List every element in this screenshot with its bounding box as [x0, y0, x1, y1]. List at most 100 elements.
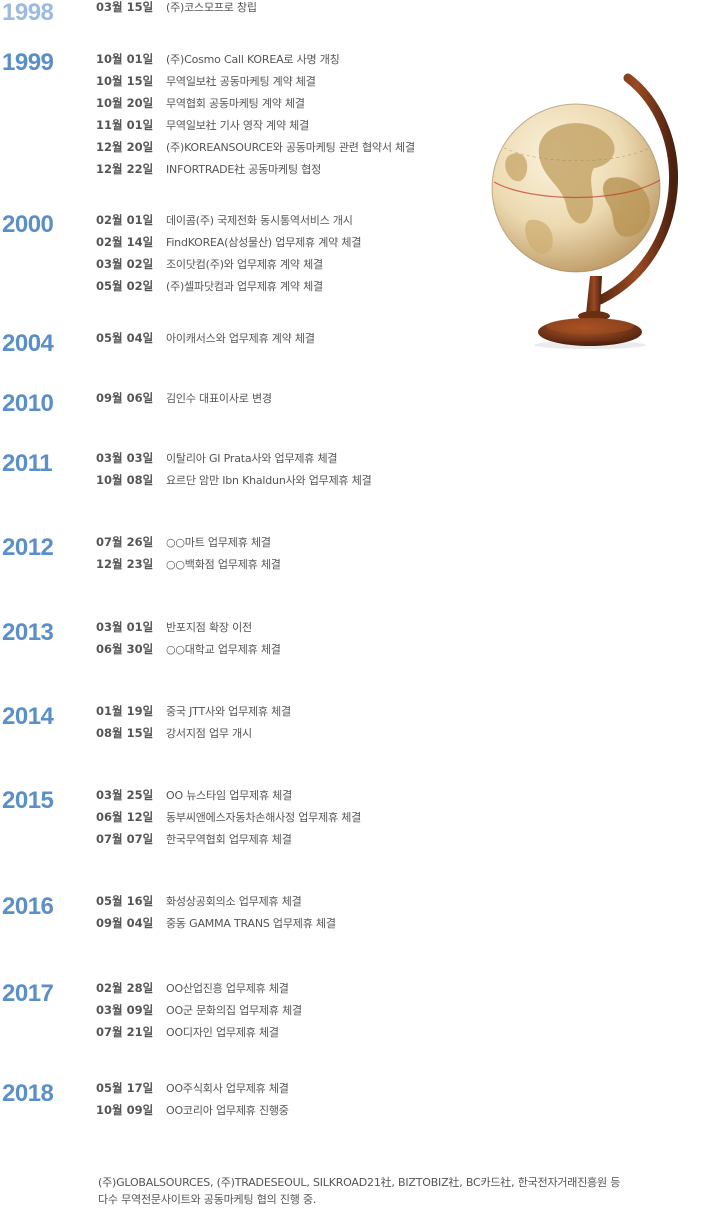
- entry-text: 조이닷컴(주)와 업무제휴 계약 체결: [166, 258, 323, 271]
- timeline-entry: 10월 08일 요르단 암만 Ibn Khaldun사와 업무제휴 체결: [96, 469, 372, 491]
- entry-text: 중동 GAMMA TRANS 업무제휴 체결: [166, 917, 336, 930]
- entry-text: (주)KOREANSOURCE와 공동마케팅 관련 협약서 체결: [166, 141, 415, 154]
- timeline-entry: 02월 14일 FindKOREA(삼성물산) 업무제휴 계약 체결: [96, 231, 361, 253]
- year-label: 2016: [2, 893, 54, 920]
- year-label: 2015: [2, 787, 54, 814]
- timeline-entry: 02월 01일 데이콤(주) 국제전화 동시통역서비스 개시: [96, 209, 361, 231]
- timeline-entry: 06월 30일 ○○대학교 업무제휴 체결: [96, 638, 281, 660]
- timeline-entry: 10월 01일 (주)Cosmo Call KOREA로 사명 개칭: [96, 48, 415, 70]
- entry-date: 10월 08일: [96, 473, 154, 487]
- year-label: 2013: [2, 619, 54, 646]
- entry-date: 03월 15일: [96, 0, 154, 14]
- timeline-entry: 03월 15일 (주)코스모프로 창립: [96, 0, 257, 18]
- entry-text: 무역협회 공동마케팅 계약 체결: [166, 97, 305, 110]
- entry-text: (주)셀파닷컴과 업무제휴 계약 체결: [166, 280, 323, 293]
- entry-date: 10월 20일: [96, 96, 154, 110]
- entry-text: OO코리아 업무제휴 진행중: [166, 1104, 289, 1117]
- partners-note: (주)GLOBALSOURCES, (주)TRADESEOUL, SILKROA…: [98, 1174, 620, 1208]
- year-entries: 03월 03일 이탈리아 GI Prata사와 업무제휴 체결 10월 08일 요르…: [96, 447, 372, 491]
- entry-date: 03월 03일: [96, 451, 154, 465]
- year-entries: 02월 01일 데이콤(주) 국제전화 동시통역서비스 개시 02월 14일 Fin…: [96, 209, 361, 297]
- entry-text: 중국 JTT사와 업무제휴 체결: [166, 705, 291, 718]
- year-entries: 05월 04일 아이캐서스와 업무제휴 계약 체결: [96, 327, 315, 349]
- year-entries: 05월 17일 OO주식회사 업무제휴 체결 10월 09일 OO코리아 업무제휴 …: [96, 1077, 289, 1121]
- entry-date: 07월 26일: [96, 535, 154, 549]
- partners-note-line2: 다수 무역전문사이트와 공동마케팅 협의 진행 중.: [98, 1193, 317, 1206]
- entry-text: OO주식회사 업무제휴 체결: [166, 1082, 289, 1095]
- entry-text: (주)코스모프로 창립: [166, 1, 257, 14]
- timeline-entry: 12월 22일 INFORTRADE社 공동마케팅 협정: [96, 158, 415, 180]
- entry-date: 12월 23일: [96, 557, 154, 571]
- timeline-entry: 07월 21일 OO디자인 업무제휴 체결: [96, 1021, 302, 1043]
- entry-date: 11월 01일: [96, 118, 154, 132]
- entry-text: OO디자인 업무제휴 체결: [166, 1026, 279, 1039]
- entry-text: OO 뉴스타임 업무제휴 체결: [166, 789, 293, 802]
- entry-date: 02월 01일: [96, 213, 154, 227]
- year-label: 2018: [2, 1080, 54, 1107]
- timeline-entry: 08월 15일 강서지점 업무 개시: [96, 722, 291, 744]
- timeline-entry: 03월 02일 조이닷컴(주)와 업무제휴 계약 체결: [96, 253, 361, 275]
- timeline-entry: 05월 16일 화성상공회의소 업무제휴 체결: [96, 890, 336, 912]
- entry-date: 02월 14일: [96, 235, 154, 249]
- timeline-entry: 03월 25일 OO 뉴스타임 업무제휴 체결: [96, 784, 361, 806]
- entry-text: INFORTRADE社 공동마케팅 협정: [166, 163, 321, 176]
- year-label: 2010: [2, 390, 54, 417]
- year-entries: 03월 15일 (주)코스모프로 창립: [96, 0, 257, 18]
- entry-text: OO산업진흥 업무제휴 체결: [166, 982, 289, 995]
- entry-text: 무역일보社 공동마케팅 계약 체결: [166, 75, 316, 88]
- entry-text: ○○대학교 업무제휴 체결: [166, 643, 281, 656]
- timeline-entry: 03월 03일 이탈리아 GI Prata사와 업무제휴 체결: [96, 447, 372, 469]
- timeline-entry: 07월 26일 ○○마트 업무제휴 체결: [96, 531, 281, 553]
- year-label: 2014: [2, 703, 54, 730]
- entry-date: 03월 01일: [96, 620, 154, 634]
- year-entries: 07월 26일 ○○마트 업무제휴 체결 12월 23일 ○○백화점 업무제휴 체결: [96, 531, 281, 575]
- timeline-entry: 10월 09일 OO코리아 업무제휴 진행중: [96, 1099, 289, 1121]
- year-label: 2000: [2, 211, 54, 238]
- timeline-entry: 02월 28일 OO산업진흥 업무제휴 체결: [96, 977, 302, 999]
- entry-date: 06월 30일: [96, 642, 154, 656]
- timeline-entry: 05월 02일 (주)셀파닷컴과 업무제휴 계약 체결: [96, 275, 361, 297]
- entry-text: 강서지점 업무 개시: [166, 727, 252, 740]
- entry-date: 05월 16일: [96, 894, 154, 908]
- entry-date: 10월 15일: [96, 74, 154, 88]
- timeline-entry: 01월 19일 중국 JTT사와 업무제휴 체결: [96, 700, 291, 722]
- entry-text: 동부씨앤에스자동차손해사정 업무제휴 체결: [166, 811, 362, 824]
- year-label: 1999: [2, 49, 54, 76]
- entry-date: 01월 19일: [96, 704, 154, 718]
- entry-date: 05월 04일: [96, 331, 154, 345]
- entry-text: 아이캐서스와 업무제휴 계약 체결: [166, 332, 315, 345]
- year-entries: 09월 06일 김인수 대표이사로 변경: [96, 387, 272, 409]
- entry-text: (주)Cosmo Call KOREA로 사명 개칭: [166, 53, 340, 66]
- entry-date: 12월 22일: [96, 162, 154, 176]
- timeline-entry: 07월 07일 한국무역협회 업무제휴 체결: [96, 828, 361, 850]
- timeline-entry: 05월 17일 OO주식회사 업무제휴 체결: [96, 1077, 289, 1099]
- entry-text: 반포지점 확장 이전: [166, 621, 252, 634]
- timeline-entry: 10월 15일 무역일보社 공동마케팅 계약 체결: [96, 70, 415, 92]
- entry-text: 이탈리아 GI Prata사와 업무제휴 체결: [166, 452, 338, 465]
- timeline-entry: 09월 04일 중동 GAMMA TRANS 업무제휴 체결: [96, 912, 336, 934]
- year-label: 2017: [2, 980, 54, 1007]
- entry-text: 김인수 대표이사로 변경: [166, 392, 272, 405]
- entry-date: 08월 15일: [96, 726, 154, 740]
- entry-date: 09월 06일: [96, 391, 154, 405]
- entry-date: 10월 09일: [96, 1103, 154, 1117]
- entry-text: 무역일보社 기사 영작 계약 체결: [166, 119, 310, 132]
- entry-text: 요르단 암만 Ibn Khaldun사와 업무제휴 체결: [166, 474, 372, 487]
- entry-date: 03월 09일: [96, 1003, 154, 1017]
- entry-text: 화성상공회의소 업무제휴 체결: [166, 895, 302, 908]
- year-entries: 01월 19일 중국 JTT사와 업무제휴 체결 08월 15일 강서지점 업무 개…: [96, 700, 291, 744]
- year-label: 2011: [2, 450, 53, 477]
- entry-date: 10월 01일: [96, 52, 154, 66]
- entry-date: 02월 28일: [96, 981, 154, 995]
- year-label: 2004: [2, 330, 54, 357]
- entry-date: 07월 21일: [96, 1025, 154, 1039]
- timeline-entry: 03월 01일 반포지점 확장 이전: [96, 616, 281, 638]
- entry-text: OO군 문화의집 업무제휴 체결: [166, 1004, 302, 1017]
- partners-note-line1: (주)GLOBALSOURCES, (주)TRADESEOUL, SILKROA…: [98, 1176, 621, 1189]
- year-entries: 10월 01일 (주)Cosmo Call KOREA로 사명 개칭 10월 15…: [96, 48, 415, 180]
- entry-date: 05월 02일: [96, 279, 154, 293]
- globe-image: [491, 73, 679, 349]
- timeline-entry: 09월 06일 김인수 대표이사로 변경: [96, 387, 272, 409]
- year-entries: 02월 28일 OO산업진흥 업무제휴 체결 03월 09일 OO군 문화의집 업무…: [96, 977, 302, 1043]
- entry-text: 데이콤(주) 국제전화 동시통역서비스 개시: [166, 214, 353, 227]
